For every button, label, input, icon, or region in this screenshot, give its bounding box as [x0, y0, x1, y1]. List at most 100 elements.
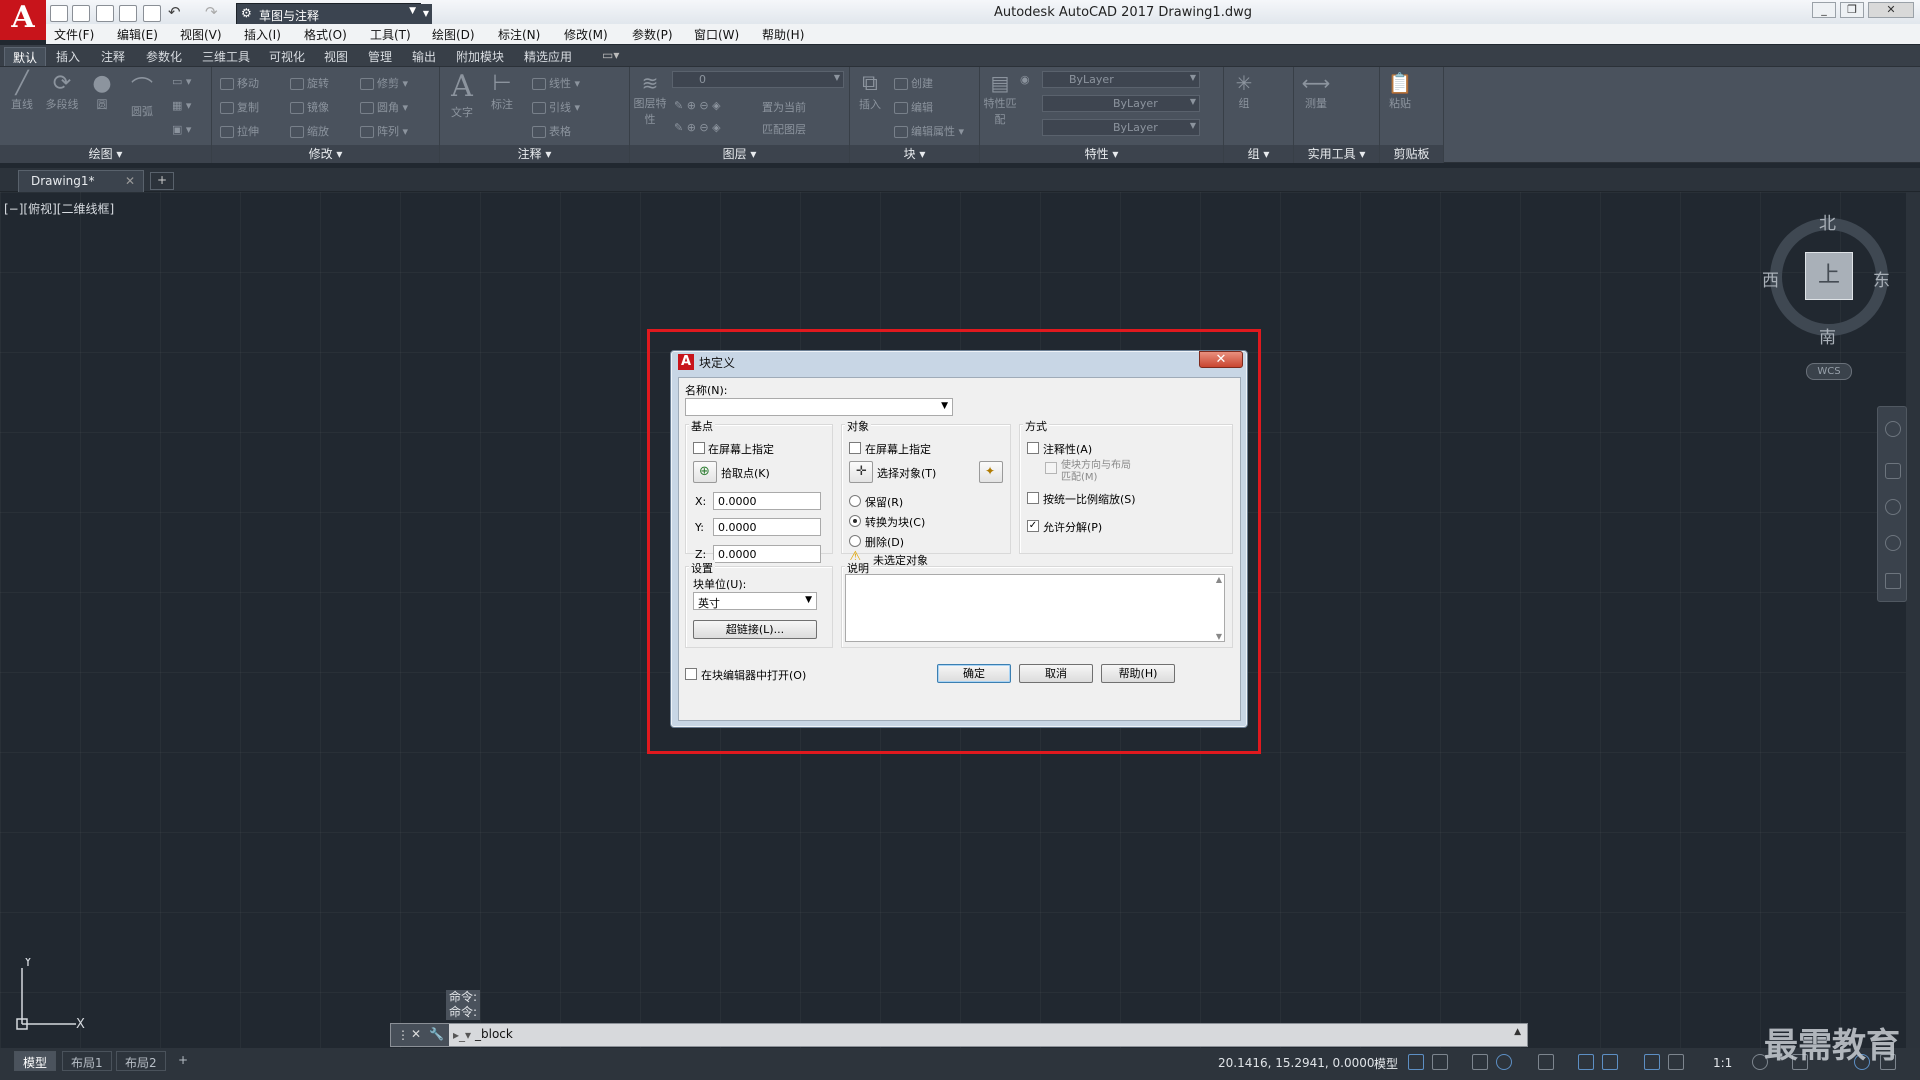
tab-featured-apps[interactable]: 精选应用 — [516, 47, 580, 66]
coordinate-readout[interactable]: 20.1416, 15.2941, 0.0000 — [1218, 1056, 1375, 1070]
tool-set-current[interactable]: 置为当前 — [762, 99, 806, 115]
wcs-menu[interactable]: WCS — [1806, 363, 1852, 380]
basepoint-onscreen-checkbox[interactable] — [693, 442, 705, 454]
tool-leader[interactable]: 引线 ▾ — [532, 99, 580, 115]
command-input[interactable]: _block — [475, 1027, 513, 1041]
lineweight-dropdown[interactable]: ByLayer ▼ — [1042, 119, 1200, 136]
wrench-icon[interactable]: 🔧 — [429, 1027, 444, 1041]
ribbon-options-icon[interactable]: ▭▾ — [594, 47, 627, 66]
tab-annotate[interactable]: 注释 — [93, 47, 133, 66]
tool-linear[interactable]: 线性 ▾ — [532, 75, 580, 91]
tool-edit-block[interactable]: 编辑 — [894, 99, 933, 115]
menu-view[interactable]: 视图(V) — [180, 26, 222, 43]
color-wheel-icon[interactable]: ◉ — [1020, 73, 1030, 86]
dialog-title[interactable]: A 块定义 — [671, 351, 1247, 371]
object-snap-tracking-icon[interactable] — [1578, 1054, 1594, 1070]
orbit-icon[interactable] — [1885, 535, 1901, 551]
viewcube-top-face[interactable]: 上 — [1805, 252, 1853, 300]
tool-measure[interactable]: ⟷ 测量 — [1298, 71, 1334, 111]
tool-match-layer[interactable]: 匹配图层 — [762, 121, 806, 137]
convert-to-block-radio[interactable] — [849, 515, 861, 527]
tab-default[interactable]: 默认 — [4, 47, 47, 66]
pick-point-button[interactable]: ⊕ — [693, 461, 717, 483]
polar-icon[interactable] — [1496, 1054, 1512, 1070]
tool-circle[interactable]: ● 圆 — [84, 71, 120, 112]
annotation-scale[interactable]: 1:1 — [1713, 1056, 1732, 1070]
save-icon[interactable] — [96, 5, 114, 22]
panel-title-draw[interactable]: 绘图 ▾ — [0, 145, 211, 163]
snap-icon[interactable] — [1432, 1054, 1448, 1070]
help-button[interactable]: 帮助(H) — [1101, 664, 1175, 683]
close-icon[interactable]: ✕ — [411, 1027, 421, 1041]
tool-dimension[interactable]: ⊢ 标注 — [484, 71, 520, 112]
match-orientation-checkbox[interactable] — [1045, 462, 1057, 474]
tool-rotate[interactable]: 旋转 — [290, 75, 329, 91]
grip-icon[interactable]: ⋮ — [397, 1028, 409, 1042]
tool-edit-attributes[interactable]: 编辑属性 ▾ — [894, 123, 964, 139]
tool-insert-block[interactable]: ⧉ 插入 — [852, 71, 888, 112]
tool-mirror[interactable]: 镜像 — [290, 99, 329, 115]
quick-select-button[interactable]: ✦ — [979, 461, 1003, 483]
tool-group[interactable]: ✳ 组 — [1226, 71, 1262, 111]
z-input[interactable]: 0.0000 — [713, 545, 821, 563]
new-tab-button[interactable]: + — [150, 172, 174, 190]
layout-tab-model[interactable]: 模型 — [14, 1051, 57, 1071]
pan-icon[interactable] — [1885, 463, 1901, 479]
tab-manage[interactable]: 管理 — [360, 47, 400, 66]
menu-format[interactable]: 格式(O) — [304, 26, 347, 43]
panel-title-utilities[interactable]: 实用工具 ▾ — [1294, 145, 1379, 163]
panel-title-modify[interactable]: 修改 ▾ — [212, 145, 439, 163]
objects-onscreen-checkbox[interactable] — [849, 442, 861, 454]
redo-icon[interactable]: ↷ — [205, 5, 223, 22]
tool-arc[interactable]: ⌒ 圆弧 — [124, 71, 160, 119]
dialog-close-button[interactable]: ✕ — [1199, 351, 1243, 368]
rectangle-icon[interactable]: ▭ ▾ — [172, 75, 191, 88]
allow-explode-checkbox[interactable]: ✓ — [1027, 520, 1039, 532]
showmotion-icon[interactable] — [1885, 573, 1901, 589]
menu-file[interactable]: 文件(F) — [54, 26, 94, 43]
description-textarea[interactable]: ▲ ▼ — [845, 574, 1225, 642]
annotation-visibility-icon[interactable] — [1644, 1054, 1660, 1070]
tab-output[interactable]: 输出 — [404, 47, 444, 66]
hatch-icon[interactable]: ▦ ▾ — [172, 99, 191, 112]
app-menu-button[interactable]: A — [0, 0, 46, 40]
tab-view[interactable]: 视图 — [316, 47, 356, 66]
menu-dimension[interactable]: 标注(N) — [498, 26, 540, 43]
close-window-button[interactable]: ✕ — [1868, 2, 1914, 18]
tool-move[interactable]: 移动 — [220, 75, 259, 91]
panel-title-groups[interactable]: 组 ▾ — [1224, 145, 1293, 163]
tool-stretch[interactable]: 拉伸 — [220, 123, 259, 139]
compass-east[interactable]: 东 — [1873, 266, 1890, 291]
region-icon[interactable]: ▣ ▾ — [172, 123, 191, 136]
document-tab[interactable]: Drawing1* ✕ — [18, 170, 144, 192]
undo-icon[interactable]: ↶ — [168, 5, 186, 22]
maximize-button[interactable]: ❐ — [1840, 2, 1864, 18]
zoom-icon[interactable] — [1885, 499, 1901, 515]
tool-fillet[interactable]: 圆角 ▾ — [360, 99, 408, 115]
ok-button[interactable]: 确定 — [937, 664, 1011, 683]
chevron-down-icon[interactable]: ▼ — [941, 401, 948, 411]
layout-tab-2[interactable]: 布局2 — [116, 1051, 166, 1071]
menu-edit[interactable]: 编辑(E) — [117, 26, 158, 43]
command-prompt-icon[interactable]: ▸_▾ — [453, 1028, 471, 1042]
customize-toolbar-icon[interactable]: ▼ — [420, 4, 432, 24]
delete-radio[interactable] — [849, 535, 861, 547]
tool-create-block[interactable]: 创建 — [894, 75, 933, 91]
object-snap-icon[interactable] — [1602, 1054, 1618, 1070]
minimize-button[interactable]: _ — [1812, 2, 1836, 18]
retain-radio[interactable] — [849, 495, 861, 507]
save-as-icon[interactable] — [119, 5, 137, 22]
close-icon[interactable]: ✕ — [125, 174, 135, 188]
open-in-editor-checkbox[interactable] — [685, 668, 697, 680]
color-dropdown[interactable]: ByLayer ▼ — [1042, 71, 1200, 88]
tool-copy[interactable]: 复制 — [220, 99, 259, 115]
tool-match-properties[interactable]: ▤ 特性匹配 — [982, 71, 1018, 127]
tool-text[interactable]: A 文字 — [444, 69, 480, 120]
hyperlink-button[interactable]: 超链接(L)... — [693, 620, 817, 639]
menu-insert[interactable]: 插入(I) — [244, 26, 281, 43]
layer-tools-icon[interactable]: ✎ ⊕ ⊖ ◈ — [674, 99, 721, 112]
print-icon[interactable] — [143, 5, 161, 22]
open-file-icon[interactable] — [72, 5, 90, 22]
annotative-checkbox[interactable] — [1027, 442, 1039, 454]
compass-north[interactable]: 北 — [1819, 209, 1836, 234]
